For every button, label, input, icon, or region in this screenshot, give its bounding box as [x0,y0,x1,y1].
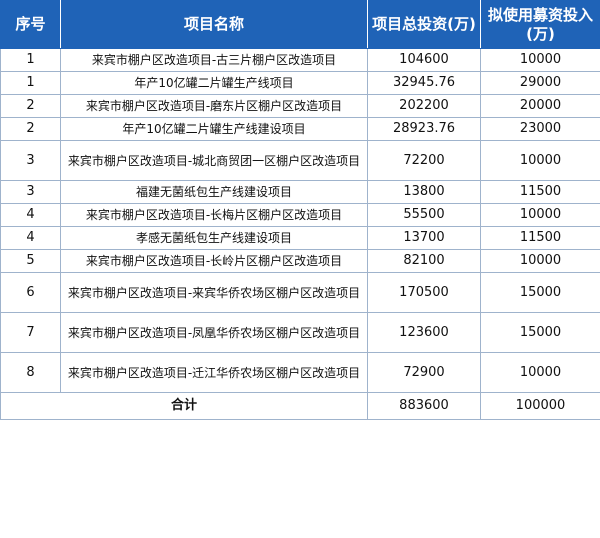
total-raise: 100000 [480,392,600,420]
header-raise: 拟使用募资投入(万) [480,0,600,49]
cell-no: 3 [0,180,61,204]
cell-raise: 10000 [480,352,600,393]
cell-name: 来宾市棚户区改造项目-长岭片区棚户区改造项目 [60,249,368,273]
cell-raise: 15000 [480,272,600,313]
cell-name: 来宾市棚户区改造项目-迁江华侨农场区棚户区改造项目 [60,352,368,393]
investment-table: 序号 项目名称 项目总投资(万) 拟使用募资投入(万) 1 来宾市棚户区改造项目… [0,0,600,420]
header-no: 序号 [0,0,61,49]
cell-raise: 15000 [480,312,600,353]
table-row: 3 福建无菌纸包生产线建设项目 13800 11500 [0,180,600,204]
cell-no: 5 [0,249,61,273]
cell-no: 2 [0,94,61,118]
table-row: 2 年产10亿罐二片罐生产线建设项目 28923.76 23000 [0,117,600,141]
total-row: 合计 883600 100000 [0,392,600,420]
table-row: 8 来宾市棚户区改造项目-迁江华侨农场区棚户区改造项目 72900 10000 [0,352,600,393]
cell-raise: 20000 [480,94,600,118]
cell-name: 年产10亿罐二片罐生产线项目 [60,71,368,95]
total-investment: 883600 [367,392,481,420]
cell-name: 来宾市棚户区改造项目-磨东片区棚户区改造项目 [60,94,368,118]
cell-total: 123600 [367,312,481,353]
cell-total: 82100 [367,249,481,273]
cell-total: 28923.76 [367,117,481,141]
cell-name: 来宾市棚户区改造项目-古三片棚户区改造项目 [60,48,368,72]
header-row: 序号 项目名称 项目总投资(万) 拟使用募资投入(万) [0,0,600,49]
cell-no: 7 [0,312,61,353]
cell-no: 4 [0,203,61,227]
cell-no: 3 [0,140,61,181]
table-row: 6 来宾市棚户区改造项目-来宾华侨农场区棚户区改造项目 170500 15000 [0,272,600,313]
cell-raise: 11500 [480,180,600,204]
cell-name: 来宾市棚户区改造项目-长梅片区棚户区改造项目 [60,203,368,227]
cell-no: 4 [0,226,61,250]
table-row: 4 来宾市棚户区改造项目-长梅片区棚户区改造项目 55500 10000 [0,203,600,227]
cell-no: 1 [0,48,61,72]
cell-total: 32945.76 [367,71,481,95]
cell-no: 1 [0,71,61,95]
cell-total: 72200 [367,140,481,181]
cell-name: 来宾市棚户区改造项目-凤凰华侨农场区棚户区改造项目 [60,312,368,353]
cell-total: 104600 [367,48,481,72]
cell-name: 福建无菌纸包生产线建设项目 [60,180,368,204]
table-row: 3 来宾市棚户区改造项目-城北商贸团一区棚户区改造项目 72200 10000 [0,140,600,181]
cell-total: 13700 [367,226,481,250]
cell-raise: 29000 [480,71,600,95]
cell-total: 72900 [367,352,481,393]
cell-raise: 11500 [480,226,600,250]
cell-total: 202200 [367,94,481,118]
cell-total: 55500 [367,203,481,227]
cell-raise: 10000 [480,140,600,181]
cell-no: 6 [0,272,61,313]
table-row: 7 来宾市棚户区改造项目-凤凰华侨农场区棚户区改造项目 123600 15000 [0,312,600,353]
header-total: 项目总投资(万) [367,0,481,49]
cell-no: 2 [0,117,61,141]
table-row: 2 来宾市棚户区改造项目-磨东片区棚户区改造项目 202200 20000 [0,94,600,118]
total-label: 合计 [0,392,368,420]
table-row: 1 年产10亿罐二片罐生产线项目 32945.76 29000 [0,71,600,95]
table-row: 1 来宾市棚户区改造项目-古三片棚户区改造项目 104600 10000 [0,48,600,72]
cell-raise: 10000 [480,203,600,227]
table-row: 4 孝感无菌纸包生产线建设项目 13700 11500 [0,226,600,250]
cell-total: 13800 [367,180,481,204]
cell-name: 孝感无菌纸包生产线建设项目 [60,226,368,250]
cell-name: 来宾市棚户区改造项目-城北商贸团一区棚户区改造项目 [60,140,368,181]
cell-no: 8 [0,352,61,393]
cell-name: 来宾市棚户区改造项目-来宾华侨农场区棚户区改造项目 [60,272,368,313]
header-name: 项目名称 [60,0,368,49]
cell-raise: 10000 [480,249,600,273]
cell-total: 170500 [367,272,481,313]
cell-name: 年产10亿罐二片罐生产线建设项目 [60,117,368,141]
cell-raise: 23000 [480,117,600,141]
table-row: 5 来宾市棚户区改造项目-长岭片区棚户区改造项目 82100 10000 [0,249,600,273]
cell-raise: 10000 [480,48,600,72]
